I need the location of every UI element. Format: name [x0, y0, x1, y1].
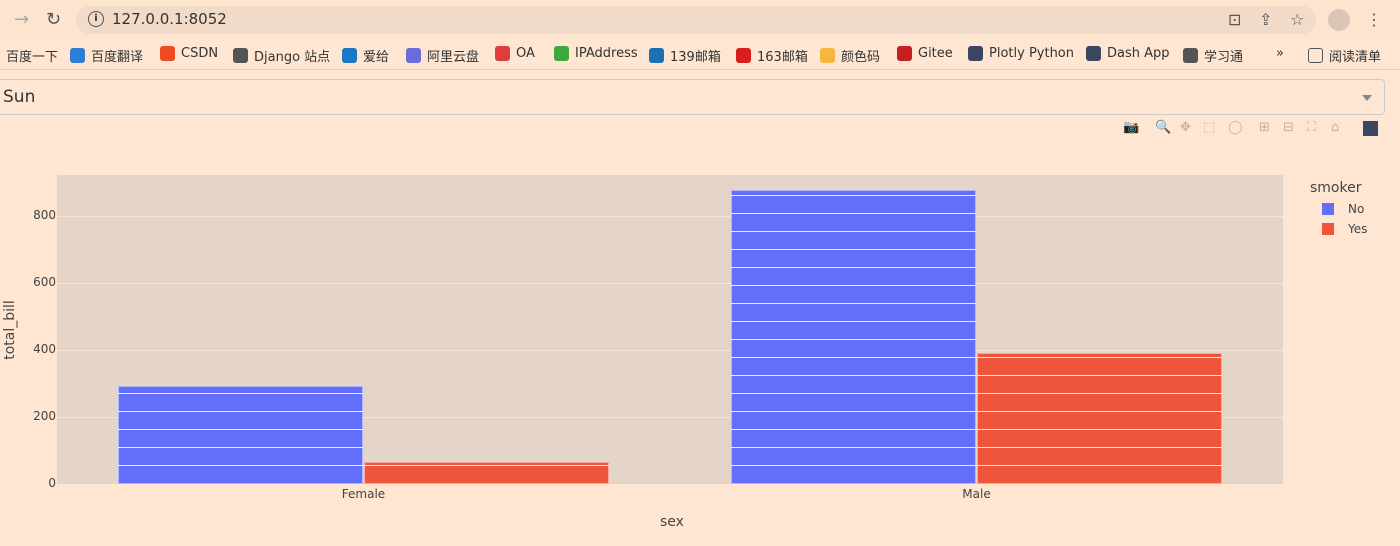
gridline: [57, 215, 1283, 217]
bookmark-icon: [1086, 46, 1101, 61]
bookmark-3[interactable]: Django 站点: [233, 46, 330, 65]
reset-axes-icon[interactable]: ⌂: [1331, 120, 1339, 135]
translate-icon[interactable]: ⊡: [1228, 10, 1241, 29]
bookmark-icon: [968, 46, 983, 61]
bookmark-label: 百度翻译: [91, 50, 144, 65]
bookmark-icon: [160, 46, 175, 61]
dropdown-value: Sun: [3, 87, 36, 107]
more-bookmarks-button[interactable]: »: [1276, 46, 1284, 61]
bookmark-icon: [820, 48, 835, 63]
bookmark-label: Gitee: [918, 46, 953, 61]
legend-swatch: [1322, 223, 1334, 235]
menu-icon[interactable]: ⋮: [1366, 10, 1382, 29]
bookmark-icon: [736, 48, 751, 63]
bookmark-icon: [897, 46, 912, 61]
bookmark-5[interactable]: 阿里云盘: [406, 46, 479, 65]
reload-icon[interactable]: ↻: [46, 9, 61, 30]
bookmark-label: OA: [516, 46, 535, 61]
legend-title: smoker: [1310, 180, 1362, 196]
bookmark-label: Django 站点: [254, 50, 331, 65]
bookmark-label: 爱给: [363, 50, 390, 65]
share-icon[interactable]: ⇪: [1259, 10, 1272, 29]
bookmark-7[interactable]: IPAddress: [554, 46, 638, 61]
bookmark-icon: [554, 46, 569, 61]
y-axis-title: total_bill: [2, 300, 18, 360]
list-icon: [1308, 48, 1323, 63]
x-tick-label: Female: [341, 487, 386, 501]
bookmark-10[interactable]: 颜色码: [820, 46, 880, 65]
plotly-logo-icon[interactable]: [1363, 121, 1378, 136]
y-tick-label: 600: [33, 274, 56, 289]
chevron-down-icon: [1362, 95, 1372, 101]
info-icon[interactable]: i: [88, 11, 104, 27]
profile-avatar[interactable]: [1328, 9, 1350, 31]
reading-list-button[interactable]: 阅读清单: [1308, 46, 1381, 65]
y-tick-label: 800: [33, 207, 56, 222]
bookmark-label: 阿里云盘: [427, 50, 480, 65]
legend-label: No: [1348, 202, 1365, 216]
x-axis-title: sex: [660, 514, 684, 530]
browser-toolbar: → ↻ i 127.0.0.1:8052 ⊡ ⇪ ☆ ⋮: [0, 0, 1400, 40]
bookmark-icon: [495, 46, 510, 61]
bookmarks-bar: » 阅读清单 百度一下 百度翻译 CSDN Django 站点 爱给 阿里云盘 OA IPAd…: [0, 40, 1400, 70]
forward-icon[interactable]: →: [14, 9, 29, 30]
bookmark-9[interactable]: 163邮箱: [736, 46, 808, 65]
bookmark-label: Plotly Python: [989, 46, 1075, 61]
bookmark-0[interactable]: 百度一下: [6, 46, 58, 65]
bookmark-icon: [342, 48, 357, 63]
bookmark-label: 139邮箱: [670, 50, 721, 65]
bar-no-male[interactable]: [731, 189, 977, 484]
legend-item-yes[interactable]: Yes: [1322, 222, 1367, 236]
bookmark-11[interactable]: Gitee: [897, 46, 953, 61]
camera-icon[interactable]: 📷: [1123, 120, 1139, 135]
bookmark-label: IPAddress: [575, 46, 638, 61]
bar-yes-male[interactable]: [976, 352, 1222, 484]
bookmark-icon: [233, 48, 248, 63]
y-tick-label: 400: [33, 341, 56, 356]
bookmark-icon: [649, 48, 664, 63]
bookmark-12[interactable]: Plotly Python: [968, 46, 1074, 61]
y-tick-label: 200: [33, 408, 56, 423]
bookmark-1[interactable]: 百度翻译: [70, 46, 143, 65]
pan-icon[interactable]: ✥: [1180, 120, 1191, 135]
bookmark-icon: [1183, 48, 1198, 63]
bar-no-female[interactable]: [118, 386, 364, 484]
bookmark-label: 颜色码: [841, 50, 881, 65]
day-dropdown[interactable]: Sun: [0, 79, 1385, 115]
bookmark-icon: [70, 48, 85, 63]
bookmark-2[interactable]: CSDN: [160, 46, 218, 61]
box-select-icon[interactable]: ⬚: [1203, 120, 1215, 135]
x-tick-label: Male: [962, 487, 991, 501]
bookmark-6[interactable]: OA: [495, 46, 535, 61]
bookmark-label: 163邮箱: [757, 50, 808, 65]
bookmark-label: 学习通: [1204, 50, 1244, 65]
lasso-icon[interactable]: ◯: [1228, 120, 1243, 135]
bookmark-4[interactable]: 爱给: [342, 46, 389, 65]
autoscale-icon[interactable]: ⛶: [1307, 120, 1316, 135]
legend-item-no[interactable]: No: [1322, 202, 1367, 216]
legend-swatch: [1322, 203, 1334, 215]
zoom-in-icon[interactable]: ⊞: [1259, 120, 1270, 135]
gridline: [57, 282, 1283, 284]
bookmark-label: Dash App: [1107, 46, 1170, 61]
bar-yes-female[interactable]: [363, 461, 609, 484]
bookmark-13[interactable]: Dash App: [1086, 46, 1170, 61]
gridline: [57, 349, 1283, 351]
legend: smoker No Yes: [1310, 180, 1367, 236]
legend-label: Yes: [1348, 222, 1368, 236]
url-text: 127.0.0.1:8052: [112, 10, 227, 28]
address-bar[interactable]: i 127.0.0.1:8052: [76, 6, 1316, 34]
reading-list-label: 阅读清单: [1329, 50, 1382, 65]
y-tick-label: 0: [48, 476, 56, 490]
zoom-out-icon[interactable]: ⊟: [1283, 120, 1294, 135]
bookmark-14[interactable]: 学习通: [1183, 46, 1243, 65]
bookmark-label: CSDN: [181, 46, 219, 61]
star-icon[interactable]: ☆: [1290, 10, 1304, 29]
bookmark-label: 百度一下: [6, 50, 59, 65]
bookmark-8[interactable]: 139邮箱: [649, 46, 721, 65]
zoom-icon[interactable]: 🔍: [1155, 120, 1171, 135]
bookmark-icon: [406, 48, 421, 63]
